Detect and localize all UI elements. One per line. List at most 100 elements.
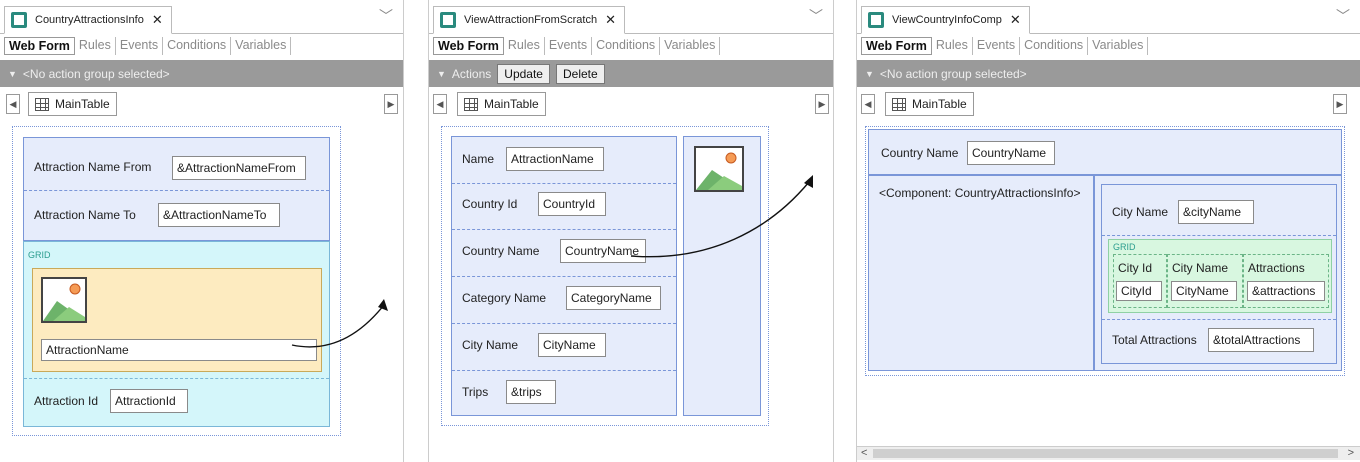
delete-button[interactable]: Delete: [555, 63, 605, 84]
chevron-down-icon[interactable]: ﹀: [809, 6, 823, 26]
tab-web-form[interactable]: Web Form: [4, 37, 75, 55]
collapse-icon[interactable]: ▼: [865, 69, 874, 79]
attraction-name-to-label: Attraction Name To: [34, 208, 136, 222]
grid-col-attractions: Attractions &attractions: [1243, 254, 1329, 308]
tab-web-form[interactable]: Web Form: [861, 37, 932, 55]
tab-rules[interactable]: Rules: [504, 37, 545, 55]
scroll-thumb[interactable]: [873, 449, 1338, 458]
divider: [452, 323, 676, 324]
divider: [24, 190, 329, 191]
tab-bar: ViewCountryInfoComp ✕ ﹀: [857, 0, 1360, 34]
attraction-name-from-label: Attraction Name From: [34, 160, 152, 174]
tab-variables[interactable]: Variables: [231, 37, 292, 55]
scroll-left-icon[interactable]: <: [861, 447, 867, 459]
grid-header-cityid: City Id: [1118, 261, 1153, 275]
close-icon[interactable]: ✕: [1010, 12, 1021, 28]
tab-conditions[interactable]: Conditions: [163, 37, 232, 55]
tab-rules[interactable]: Rules: [75, 37, 116, 55]
tab-conditions[interactable]: Conditions: [592, 37, 661, 55]
tab-title: CountryAttractionsInfo: [35, 14, 144, 26]
attraction-name-field[interactable]: AttractionName: [41, 339, 317, 361]
maintable-label: MainTable: [912, 97, 967, 111]
country-name-field[interactable]: CountryName: [967, 141, 1055, 165]
chevron-down-icon[interactable]: ﹀: [1336, 6, 1350, 26]
maintable-selector[interactable]: MainTable: [457, 92, 546, 116]
tab-variables[interactable]: Variables: [1088, 37, 1149, 55]
grid-caption: GRID: [1113, 242, 1136, 252]
close-icon[interactable]: ✕: [152, 12, 163, 28]
total-attractions-field[interactable]: &totalAttractions: [1208, 328, 1314, 352]
chevron-down-icon[interactable]: ﹀: [379, 6, 393, 26]
city-name-field[interactable]: &cityName: [1178, 200, 1254, 224]
tab-conditions[interactable]: Conditions: [1020, 37, 1089, 55]
grid-row: AttractionName: [32, 268, 322, 372]
action-group-label: <No action group selected>: [22, 66, 170, 81]
category-name-field[interactable]: CategoryName: [566, 286, 661, 310]
maintable-selector[interactable]: MainTable: [28, 92, 117, 116]
tab-web-form[interactable]: Web Form: [433, 37, 504, 55]
city-name-field[interactable]: CityName: [538, 333, 606, 357]
tab-rules[interactable]: Rules: [932, 37, 973, 55]
attraction-id-field[interactable]: AttractionId: [110, 389, 188, 413]
name-field[interactable]: AttractionName: [506, 147, 604, 171]
tab-events[interactable]: Events: [973, 37, 1021, 55]
scroll-left-icon[interactable]: ◀: [433, 94, 447, 114]
webform-icon: [11, 12, 27, 28]
update-button[interactable]: Update: [497, 63, 550, 84]
action-group-bar[interactable]: ▼ <No action group selected>: [857, 60, 1360, 87]
scroll-right-icon[interactable]: ▶: [384, 94, 398, 114]
city-name-label: City Name: [1112, 205, 1169, 219]
scroll-left-icon[interactable]: ◀: [861, 94, 875, 114]
scroll-left-icon[interactable]: ◀: [6, 94, 20, 114]
trips-field[interactable]: &trips: [506, 380, 556, 404]
category-name-label: Category Name: [462, 291, 547, 305]
action-group-bar[interactable]: ▼ <No action group selected>: [0, 60, 403, 87]
table-icon: [35, 98, 49, 111]
name-label: Name: [462, 152, 495, 166]
document-tab[interactable]: CountryAttractionsInfo ✕: [4, 6, 172, 34]
webform-icon: [868, 12, 884, 28]
panel-view-attraction-from-scratch: ViewAttractionFromScratch ✕ ﹀ Web Form R…: [428, 0, 834, 462]
close-icon[interactable]: ✕: [605, 12, 616, 28]
attraction-name-to-field[interactable]: &AttractionNameTo: [158, 203, 280, 227]
arrow-to-view-attraction: [291, 299, 388, 348]
arrow-to-country-info: [630, 175, 813, 258]
country-id-label: Country Id: [462, 197, 518, 211]
scroll-right-icon[interactable]: ▶: [815, 94, 829, 114]
total-attractions-label: Total Attractions: [1112, 333, 1197, 347]
grid-caption: GRID: [28, 250, 51, 260]
table-icon: [892, 98, 906, 111]
divider: [1102, 235, 1336, 236]
attraction-name-from-field[interactable]: &AttractionNameFrom: [172, 156, 306, 180]
grid-container: GRID AttractionName Attraction Id Attrac…: [23, 241, 330, 427]
webform-icon: [440, 12, 456, 28]
subtabs: Web Form Rules Events Conditions Variabl…: [433, 37, 721, 55]
country-id-field[interactable]: CountryId: [538, 192, 606, 216]
collapse-icon[interactable]: ▼: [8, 69, 17, 79]
main-table: Attraction Name From &AttractionNameFrom…: [12, 126, 341, 436]
document-tab[interactable]: ViewAttractionFromScratch ✕: [433, 6, 625, 34]
scroll-right-icon[interactable]: >: [1348, 447, 1354, 459]
grid-field-cityid[interactable]: CityId: [1116, 281, 1162, 301]
divider: [452, 370, 676, 371]
tab-events[interactable]: Events: [545, 37, 593, 55]
panel-country-attractions-info: CountryAttractionsInfo ✕ ﹀ Web Form Rule…: [0, 0, 404, 462]
city-cell: City Name &cityName GRID City Id CityId …: [1094, 175, 1342, 371]
grid-col-cityid: City Id CityId: [1113, 254, 1167, 308]
scroll-right-icon[interactable]: ▶: [1333, 94, 1347, 114]
grid-field-cityname[interactable]: CityName: [1171, 281, 1237, 301]
horizontal-scrollbar[interactable]: < >: [857, 446, 1360, 460]
image-svg: [43, 283, 85, 321]
maintable-selector[interactable]: MainTable: [885, 92, 974, 116]
tab-variables[interactable]: Variables: [660, 37, 721, 55]
city-table: City Name &cityName GRID City Id CityId …: [1101, 184, 1337, 364]
maintable-label: MainTable: [55, 97, 110, 111]
panel-view-country-info-comp: ViewCountryInfoComp ✕ ﹀ Web Form Rules E…: [856, 0, 1360, 462]
tab-events[interactable]: Events: [116, 37, 164, 55]
tab-bar: CountryAttractionsInfo ✕ ﹀: [0, 0, 403, 34]
tab-title: ViewCountryInfoComp: [892, 14, 1002, 26]
grid-field-attractions[interactable]: &attractions: [1247, 281, 1325, 301]
action-group-bar[interactable]: ▼ Actions Update Delete: [429, 60, 833, 87]
document-tab[interactable]: ViewCountryInfoComp ✕: [861, 6, 1030, 34]
collapse-icon[interactable]: ▼: [437, 69, 446, 79]
